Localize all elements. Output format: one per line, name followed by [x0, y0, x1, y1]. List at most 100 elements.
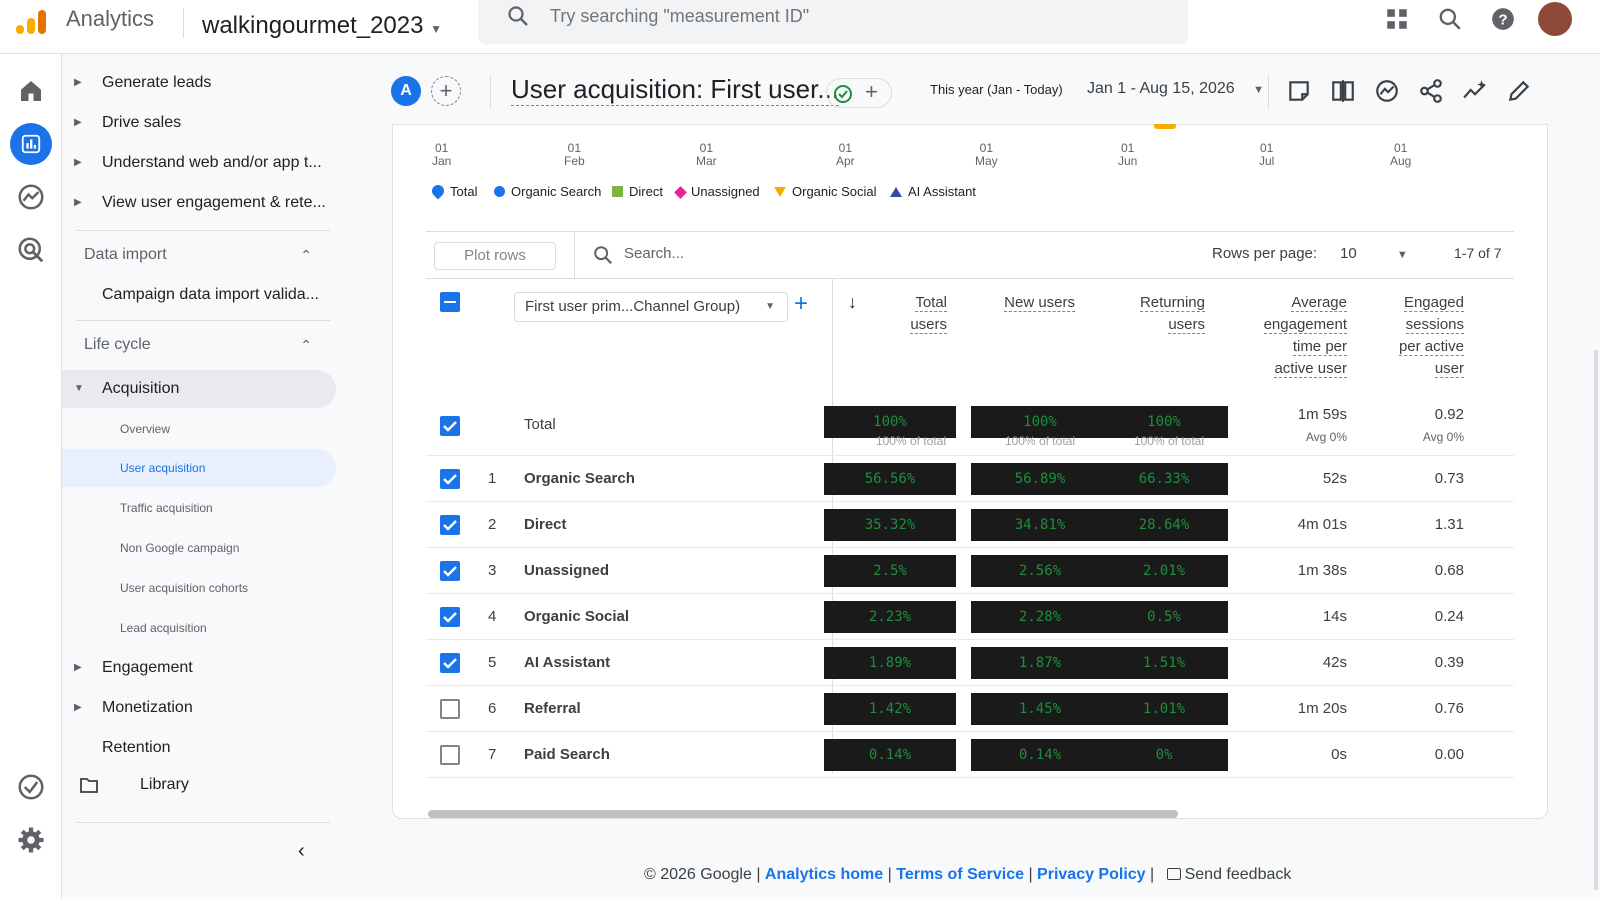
settings-gear-icon[interactable] — [16, 825, 46, 855]
avg-time-total: 1m 59s — [1297, 406, 1347, 423]
table-search-input[interactable]: Search... — [624, 245, 684, 262]
menu-non-google-campaign[interactable]: Non Google campaign — [62, 529, 342, 567]
menu-monetization[interactable]: ▶ Monetization — [62, 689, 342, 727]
report-title[interactable]: User acquisition: First user... — [511, 74, 839, 106]
horizontal-scrollbar[interactable] — [428, 810, 1178, 818]
collapse-menu-chevron-icon[interactable]: ‹ — [298, 840, 305, 863]
menu-engagement[interactable]: ▶ Engagement — [62, 649, 342, 687]
pagination-status: 1-7 of 7 — [1454, 245, 1502, 261]
vertical-scrollbar[interactable] — [1594, 350, 1598, 890]
help-icon[interactable]: ? — [1490, 6, 1516, 32]
channel-name[interactable]: Unassigned — [524, 562, 609, 579]
channel-name[interactable]: Organic Search — [524, 470, 635, 487]
menu-campaign-data-import[interactable]: Campaign data import valida... — [62, 276, 342, 314]
add-dimension-plus-icon[interactable]: + — [794, 290, 808, 318]
avatar[interactable] — [1538, 2, 1572, 36]
row-checkbox[interactable] — [440, 745, 460, 765]
property-selector[interactable]: walkingourmet_2023 ▼ — [202, 12, 442, 40]
engaged-sessions-cell: 0.73 — [1434, 470, 1464, 487]
legend-ai-assistant[interactable]: AI Assistant — [890, 184, 976, 199]
channel-name[interactable]: Organic Social — [524, 608, 629, 625]
legend-unassigned[interactable]: Unassigned — [674, 184, 760, 199]
channel-name[interactable]: Direct — [524, 516, 567, 533]
row-checkbox[interactable] — [440, 515, 460, 535]
channel-name[interactable]: Paid Search — [524, 746, 610, 763]
expand-arrow-icon: ▶ — [74, 197, 82, 208]
comparison-avatar[interactable]: A — [391, 76, 421, 106]
row-checkbox[interactable] — [440, 653, 460, 673]
section-life-cycle[interactable]: Life cycle ⌃ — [62, 326, 342, 364]
menu-user-acquisition-cohorts[interactable]: User acquisition cohorts — [62, 569, 342, 607]
rows-per-page-select[interactable]: 10 ▼ — [1340, 245, 1408, 262]
analytics-home-link[interactable]: Analytics home — [765, 866, 883, 883]
row-checkbox[interactable] — [440, 561, 460, 581]
table-total-row — [426, 400, 1514, 456]
row-checkbox[interactable] — [440, 699, 460, 719]
menu-retention[interactable]: Retention — [62, 729, 342, 767]
menu-user-acquisition[interactable]: User acquisition — [62, 449, 342, 487]
folder-icon — [80, 778, 98, 793]
verified-check-icon[interactable] — [833, 84, 853, 104]
divider — [76, 230, 330, 231]
admin-check-icon[interactable] — [16, 772, 46, 802]
legend-label: Organic Search — [511, 184, 602, 199]
menu-label: Non Google campaign — [120, 541, 240, 555]
menu-drive-sales[interactable]: ▶ Drive sales — [62, 104, 342, 142]
search-bar[interactable]: Try searching "measurement ID" — [478, 0, 1188, 44]
col-new-users[interactable]: New users — [1004, 292, 1075, 314]
dimension-select[interactable]: First user prim...Channel Group) ▼ — [514, 292, 788, 322]
privacy-policy-link[interactable]: Privacy Policy — [1037, 866, 1146, 883]
col-avg-engagement-time[interactable]: Average engagement time per active user — [1263, 292, 1347, 380]
col-header-text: sessions — [1405, 316, 1464, 334]
search-icon[interactable] — [1437, 6, 1463, 32]
channel-name[interactable]: AI Assistant — [524, 654, 610, 671]
row-checkbox[interactable] — [440, 469, 460, 489]
reports-nav-button[interactable] — [10, 123, 52, 165]
menu-overview[interactable]: Overview — [62, 410, 342, 448]
menu-traffic-acquisition[interactable]: Traffic acquisition — [62, 489, 342, 527]
edit-pencil-icon[interactable] — [1506, 78, 1532, 104]
menu-generate-leads[interactable]: ▶ Generate leads — [62, 64, 342, 102]
legend-direct[interactable]: Direct — [612, 184, 663, 199]
legend-organic-search[interactable]: Organic Search — [494, 184, 601, 199]
menu-view-user-engagement[interactable]: ▶ View user engagement & rete... — [62, 184, 342, 222]
menu-understand-web[interactable]: ▶ Understand web and/or app t... — [62, 144, 342, 182]
channel-name[interactable]: Referral — [524, 700, 581, 717]
menu-lead-acquisition[interactable]: Lead acquisition — [62, 609, 342, 647]
col-header-text: engagement — [1263, 316, 1347, 334]
share-icon[interactable] — [1418, 78, 1444, 104]
compare-columns-icon[interactable] — [1330, 78, 1356, 104]
legend-organic-social[interactable]: Organic Social — [774, 184, 877, 199]
customize-report-icon[interactable] — [1286, 78, 1312, 104]
analytics-logo-icon[interactable] — [16, 10, 48, 34]
advertising-icon[interactable] — [16, 235, 46, 265]
col-engaged-sessions[interactable]: Engaged sessions per active user — [1398, 292, 1464, 380]
menu-acquisition[interactable]: ▼ Acquisition — [62, 370, 342, 408]
legend-total[interactable]: Total — [429, 182, 477, 200]
row-checkbox[interactable] — [440, 607, 460, 627]
col-returning-users[interactable]: Returning users — [1139, 292, 1205, 336]
menu-label: Monetization — [102, 699, 193, 716]
explore-icon[interactable] — [16, 182, 46, 212]
total-users-share: 100% of total — [875, 434, 946, 448]
send-feedback-link[interactable]: Send feedback — [1185, 866, 1292, 883]
insights-icon[interactable] — [1374, 78, 1400, 104]
home-icon[interactable] — [16, 76, 46, 106]
col-total-users[interactable]: Total users — [910, 292, 947, 336]
date-range-picker[interactable]: Jan 1 - Aug 15, 2026 ▼ — [1087, 80, 1264, 98]
menu-library[interactable]: Library — [62, 766, 342, 804]
plot-rows-button[interactable]: Plot rows — [434, 242, 556, 270]
apps-grid-icon[interactable] — [1384, 6, 1410, 32]
section-data-import[interactable]: Data import ⌃ — [62, 236, 342, 274]
add-plus-icon[interactable]: + — [865, 79, 878, 105]
returning-users-cell: 66.33% — [1138, 471, 1190, 487]
sort-arrow-down-icon[interactable]: ↓ — [848, 292, 857, 313]
trend-sparkle-icon[interactable] — [1462, 78, 1488, 104]
row-checkbox[interactable] — [440, 416, 460, 436]
menu-label: Acquisition — [102, 380, 180, 397]
divider — [426, 278, 1514, 279]
square-marker-icon — [612, 186, 623, 197]
select-all-checkbox[interactable] — [440, 292, 460, 312]
terms-of-service-link[interactable]: Terms of Service — [896, 866, 1024, 883]
add-comparison-plus-icon[interactable]: + — [431, 76, 461, 106]
